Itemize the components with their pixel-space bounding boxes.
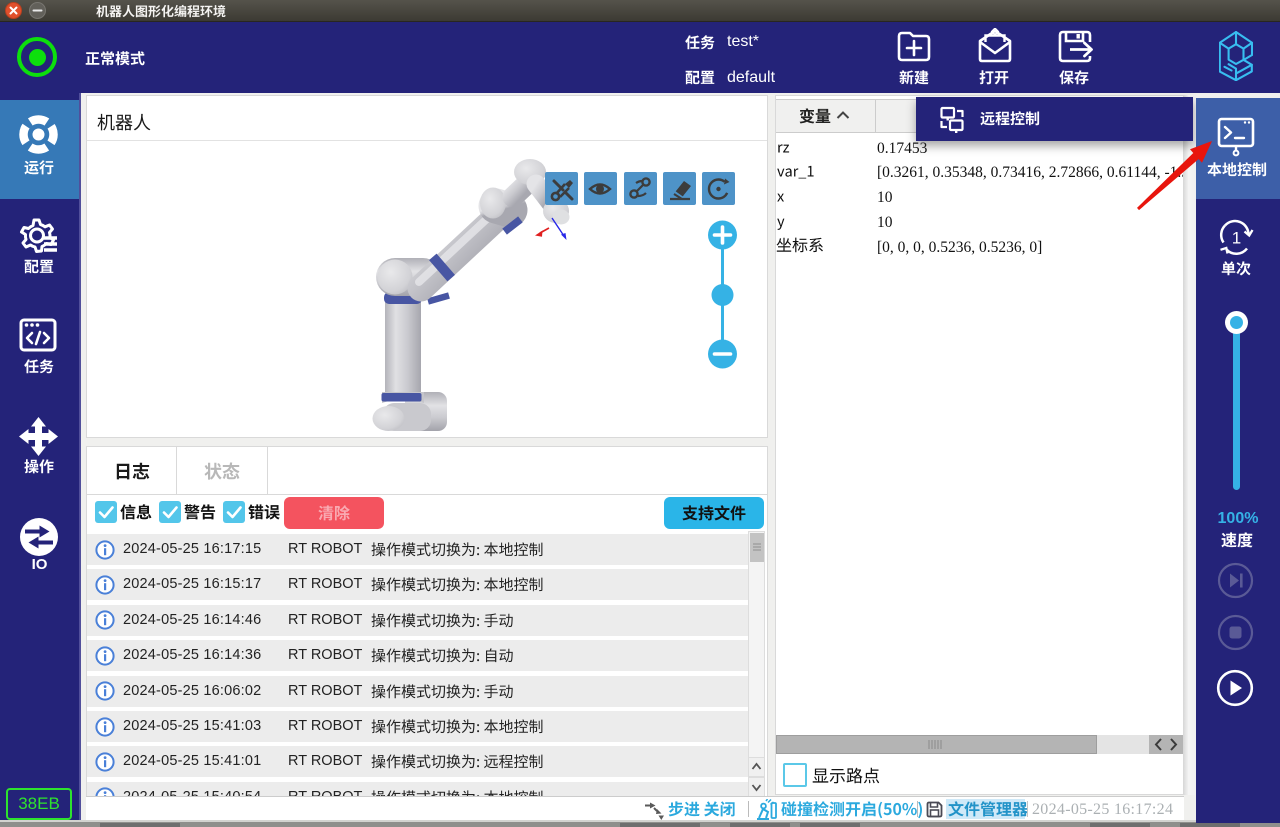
svg-text:1: 1 <box>1232 229 1241 248</box>
